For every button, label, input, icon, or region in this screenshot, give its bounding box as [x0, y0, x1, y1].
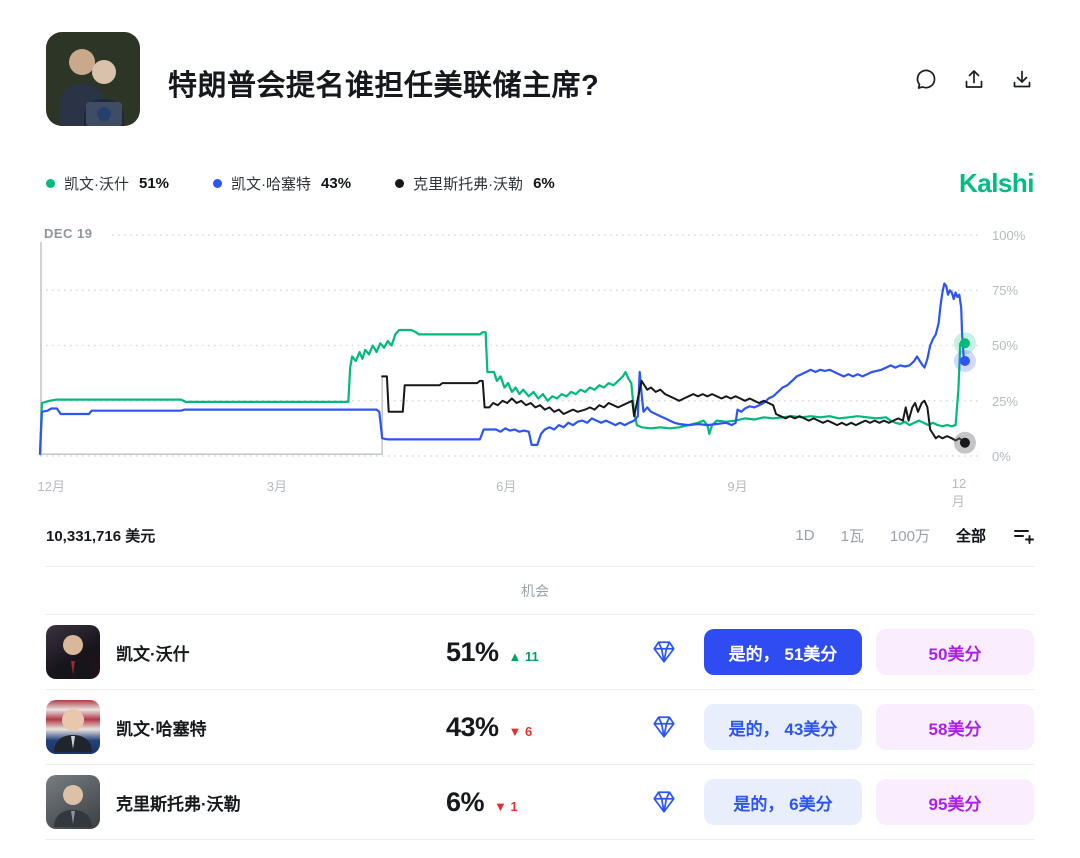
change-value: 11: [525, 649, 539, 664]
x-axis-tick: 6月: [496, 476, 516, 495]
chart-legend: 凯文·沃什 51% 凯文·哈塞特 43% 克里斯托弗·沃勒 6% Kalshi: [46, 168, 1034, 199]
legend-dot-blue: [213, 179, 222, 188]
legend-item-waller[interactable]: 克里斯托弗·沃勒 6%: [395, 173, 555, 194]
stats-row: 10,331,716 美元 1D 1瓦 100万 全部: [46, 524, 1034, 546]
legend-pct: 51%: [139, 175, 169, 192]
x-axis: 12月 3月 6月 9月 12月: [40, 476, 980, 502]
change-arrow-icon: ▼: [509, 724, 522, 739]
chance-value: 51%: [446, 637, 499, 668]
x-axis-tick: 3月: [267, 476, 287, 495]
range-selector: 1D 1瓦 100万 全部: [795, 524, 1034, 546]
chance-cell: 6% ▼ 1: [446, 787, 624, 818]
change-value: 1: [511, 799, 518, 814]
buy-no-button[interactable]: 58美分: [876, 704, 1034, 750]
change-arrow-icon: ▼: [494, 799, 507, 814]
diamond-icon[interactable]: [651, 789, 677, 815]
y-axis-tick: 0%: [992, 449, 1034, 464]
buy-no-label: 50美分: [929, 645, 982, 664]
legend-dot-green: [46, 179, 55, 188]
change-arrow-icon: ▲: [509, 649, 522, 664]
buy-yes-label: 是的， 43美分: [729, 720, 838, 739]
legend-name: 克里斯托弗·沃勒: [413, 173, 523, 194]
chance-change: ▼ 1: [494, 799, 518, 814]
buy-yes-button[interactable]: 是的， 51美分: [704, 629, 862, 675]
buy-yes-label: 是的， 6美分: [733, 795, 832, 814]
buy-no-button[interactable]: 95美分: [876, 779, 1034, 825]
change-value: 6: [525, 724, 532, 739]
y-axis-tick: 100%: [992, 228, 1034, 243]
candidate-avatar: [46, 625, 100, 679]
page-title: 特朗普会提名谁担任美联储主席?: [168, 62, 914, 104]
market-page: 特朗普会提名谁担任美联储主席? 凯文·沃什 51% 凯文·哈塞特 43%: [0, 0, 1080, 858]
buy-no-button[interactable]: 50美分: [876, 629, 1034, 675]
table-row-hassett[interactable]: 凯文·哈塞特 43% ▼ 6 是的， 43美分 58美分: [46, 690, 1034, 765]
candidate-avatar: [46, 775, 100, 829]
legend-item-warsh[interactable]: 凯文·沃什 51%: [46, 173, 169, 194]
buy-yes-button[interactable]: 是的， 43美分: [704, 704, 862, 750]
two-people-silhouette: [46, 32, 140, 126]
candidate-avatar: [46, 700, 100, 754]
volume-value: 10,331,716 美元: [46, 525, 155, 546]
y-axis-tick: 50%: [992, 338, 1034, 353]
chance-cell: 43% ▼ 6: [446, 712, 624, 743]
legend-pct: 43%: [321, 175, 351, 192]
range-1w[interactable]: 1瓦: [841, 525, 864, 546]
x-axis-tick: 12月: [38, 476, 65, 495]
comment-icon[interactable]: [914, 68, 938, 92]
chance-value: 6%: [446, 787, 484, 818]
table-row-waller[interactable]: 克里斯托弗·沃勒 6% ▼ 1 是的， 6美分 95美分: [46, 765, 1034, 840]
share-icon[interactable]: [962, 68, 986, 92]
kalshi-logo: Kalshi: [959, 168, 1034, 199]
legend-dot-black: [395, 179, 404, 188]
candidate-name: 克里斯托弗·沃勒: [116, 790, 432, 815]
legend-item-hassett[interactable]: 凯文·哈塞特 43%: [213, 173, 351, 194]
chance-cell: 51% ▲ 11: [446, 637, 624, 668]
market-avatar-image: [46, 32, 140, 126]
outcomes-table: 机会 凯文·沃什 51% ▲ 11 是的， 51美分 50美分: [46, 566, 1034, 840]
chance-change: ▲ 11: [509, 649, 539, 664]
diamond-icon[interactable]: [651, 639, 677, 665]
chance-value: 43%: [446, 712, 499, 743]
x-axis-tick: 9月: [727, 476, 747, 495]
buy-yes-label: 是的， 51美分: [729, 645, 838, 664]
y-axis-tick: 25%: [992, 394, 1034, 409]
y-axis-tick: 75%: [992, 283, 1034, 298]
legend-name: 凯文·沃什: [64, 173, 129, 194]
chance-change: ▼ 6: [509, 724, 533, 739]
header: 特朗普会提名谁担任美联储主席?: [46, 32, 1034, 126]
range-1d[interactable]: 1D: [795, 527, 814, 544]
range-1m[interactable]: 100万: [890, 525, 930, 546]
price-chart[interactable]: DEC 19 100% 75% 50% 25% 0%: [40, 235, 1034, 456]
download-icon[interactable]: [1010, 68, 1034, 92]
add-to-list-icon[interactable]: [1012, 524, 1034, 546]
header-actions: [914, 68, 1034, 92]
range-all[interactable]: 全部: [956, 525, 986, 546]
buy-yes-button[interactable]: 是的， 6美分: [704, 779, 862, 825]
chart-canvas[interactable]: [40, 235, 980, 456]
legend-pct: 6%: [533, 175, 555, 192]
chance-column-header: 机会: [446, 581, 624, 601]
buy-no-label: 58美分: [929, 720, 982, 739]
legend-name: 凯文·哈塞特: [231, 173, 311, 194]
table-header-row: 机会: [46, 567, 1034, 615]
buy-no-label: 95美分: [929, 795, 982, 814]
candidate-name: 凯文·哈塞特: [116, 715, 432, 740]
candidate-name: 凯文·沃什: [116, 640, 432, 665]
chart-date-annotation: DEC 19: [44, 226, 101, 241]
table-row-warsh[interactable]: 凯文·沃什 51% ▲ 11 是的， 51美分 50美分: [46, 615, 1034, 690]
x-axis-tick: 12月: [952, 476, 971, 510]
diamond-icon[interactable]: [651, 714, 677, 740]
